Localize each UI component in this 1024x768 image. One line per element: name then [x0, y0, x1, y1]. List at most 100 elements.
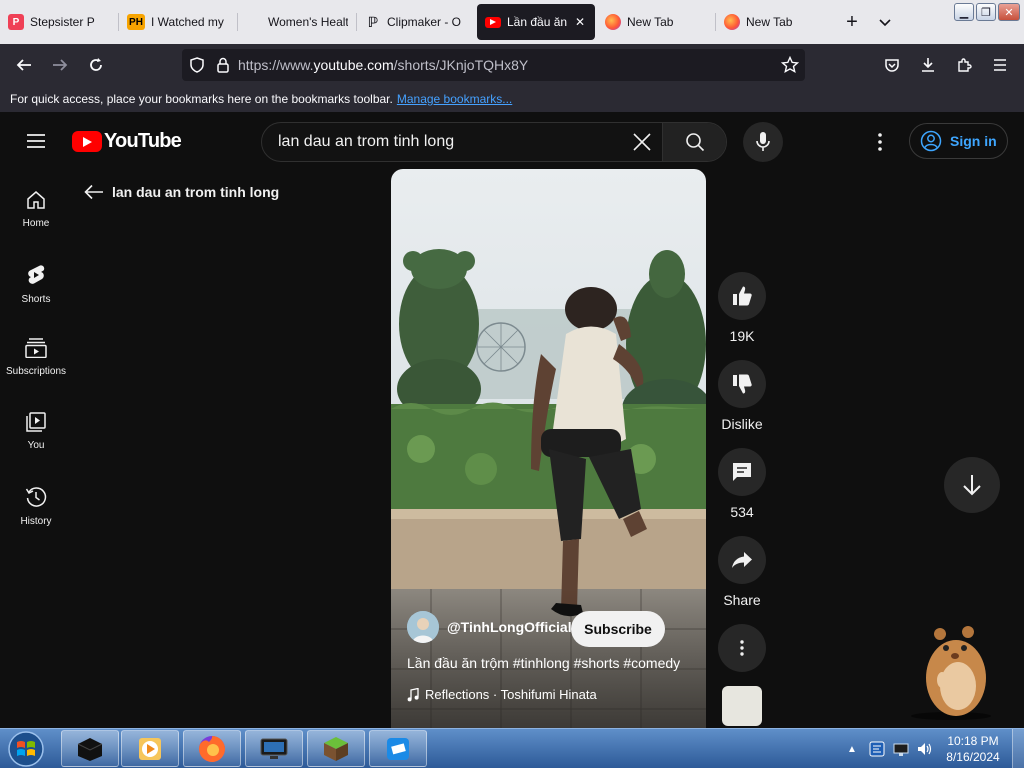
like-button[interactable]	[718, 272, 766, 320]
back-button[interactable]	[6, 49, 42, 81]
thumbs-down-icon	[733, 374, 752, 394]
more-options-button[interactable]	[718, 624, 766, 672]
tab-0[interactable]: P Stepsister P	[0, 4, 118, 40]
extensions-button[interactable]	[946, 49, 982, 81]
guide-item-subscriptions[interactable]: Subscriptions	[0, 324, 72, 398]
audio-source-thumbnail[interactable]	[722, 686, 762, 726]
tab-3[interactable]: ℙ Clipmaker - O	[357, 4, 475, 40]
guide-item-history[interactable]: History	[0, 472, 72, 546]
home-icon	[27, 191, 45, 209]
close-window-button[interactable]: ✕	[998, 3, 1020, 21]
taskbar-app-minecraft[interactable]	[307, 730, 365, 767]
tab-6[interactable]: New Tab	[716, 4, 834, 40]
guide-menu-button[interactable]	[20, 129, 52, 153]
channel-info[interactable]: @TinhLongOfficial	[407, 611, 572, 643]
arrow-left-icon	[84, 184, 103, 200]
guide-item-label: You	[27, 440, 45, 451]
thumbs-up-icon	[733, 286, 752, 306]
tab-4-active[interactable]: Lần đầu ăn ✕	[477, 4, 595, 40]
shorts-video-player[interactable]: @TinhLongOfficial Subscribe Lần đầu ăn t…	[391, 169, 706, 728]
account-circle-icon	[920, 130, 942, 152]
monitor-app-icon	[260, 738, 288, 759]
navigation-toolbar: https://www.youtube.com/shorts/JKnjoTQHx…	[0, 44, 1024, 86]
show-desktop-button[interactable]	[1012, 729, 1024, 768]
hamburger-icon	[27, 134, 45, 148]
voice-search-button[interactable]	[743, 122, 783, 162]
minimize-button[interactable]: ▁	[954, 3, 974, 21]
tab-5[interactable]: New Tab	[597, 4, 715, 40]
dislike-button[interactable]	[718, 360, 766, 408]
settings-more-button[interactable]	[866, 130, 894, 154]
sign-in-button[interactable]: Sign in	[909, 123, 1008, 159]
share-button[interactable]	[718, 536, 766, 584]
blank-icon	[246, 14, 262, 30]
tab-2[interactable]: Women's Health -	[238, 4, 356, 40]
tab-title: Clipmaker - O	[387, 15, 462, 29]
app-menu-button[interactable]	[982, 49, 1018, 81]
channel-handle[interactable]: @TinhLongOfficial	[447, 619, 572, 635]
shorts-back-header[interactable]: lan dau an trom tinh long	[84, 184, 279, 200]
firefox-icon	[605, 14, 621, 30]
bookmarks-message: For quick access, place your bookmarks h…	[10, 92, 393, 106]
list-all-tabs-button[interactable]	[870, 14, 900, 30]
lock-icon[interactable]	[212, 57, 234, 73]
close-tab-icon[interactable]: ✕	[573, 15, 587, 29]
clear-search-button[interactable]	[622, 132, 662, 152]
tab-1[interactable]: PH I Watched my	[119, 4, 237, 40]
new-tab-button[interactable]: +	[834, 11, 870, 34]
tracking-shield-icon[interactable]	[182, 57, 212, 73]
you-icon	[26, 412, 46, 432]
short-title[interactable]: Lần đầu ăn trộm #tinhlong #shorts #comed…	[407, 655, 680, 671]
music-note-icon	[407, 687, 419, 701]
downloads-button[interactable]	[910, 49, 946, 81]
taskbar-app-firefox[interactable]	[183, 730, 241, 767]
url-bar[interactable]: https://www.youtube.com/shorts/JKnjoTQHx…	[182, 49, 805, 81]
guide-item-shorts[interactable]: Shorts	[0, 250, 72, 324]
url-text[interactable]: https://www.youtube.com/shorts/JKnjoTQHx…	[234, 57, 775, 73]
more-vertical-icon	[740, 640, 744, 656]
guide-item-home[interactable]: Home	[0, 176, 72, 250]
taskbar-app-explorer[interactable]	[61, 730, 119, 767]
media-player-icon	[139, 737, 161, 760]
volume-icon[interactable]	[916, 740, 934, 758]
network-icon[interactable]	[892, 740, 910, 758]
hamster-desktop-pet-icon[interactable]	[906, 620, 996, 720]
sign-in-label: Sign in	[950, 133, 997, 149]
arrow-down-icon	[963, 475, 981, 496]
music-info[interactable]: Reflections · Toshifumi Hinata	[407, 687, 597, 702]
close-icon	[633, 133, 651, 151]
tab-title: New Tab	[627, 15, 674, 29]
comments-button[interactable]	[718, 448, 766, 496]
taskbar-clock[interactable]: 10:18 PM 8/16/2024	[933, 733, 1013, 765]
show-hidden-icons-button[interactable]: ▲	[842, 744, 862, 755]
black-box-app-icon	[77, 737, 103, 761]
youtube-logo[interactable]: YouTube	[72, 130, 182, 153]
shorts-icon	[28, 265, 45, 284]
youtube-wordmark: YouTube	[104, 130, 182, 152]
channel-avatar[interactable]	[407, 611, 439, 643]
url-path: /shorts/JKnjoTQHx8Y	[393, 57, 529, 73]
pocket-button[interactable]	[874, 49, 910, 81]
tab-title: Women's Health -	[268, 15, 348, 29]
search-button[interactable]	[662, 123, 726, 161]
manage-bookmarks-link[interactable]: Manage bookmarks...	[397, 92, 512, 106]
taskbar-app-monitor[interactable]	[245, 730, 303, 767]
clock-time: 10:18 PM	[947, 734, 999, 748]
bookmark-star-icon[interactable]	[775, 56, 805, 74]
more-vertical-icon	[878, 133, 882, 151]
next-short-button[interactable]	[944, 457, 1000, 513]
subscribe-button[interactable]: Subscribe	[571, 611, 665, 647]
taskbar-app-media-player[interactable]	[121, 730, 179, 767]
microphone-icon	[756, 132, 770, 151]
search-input[interactable]	[262, 133, 622, 151]
start-button[interactable]	[4, 729, 48, 768]
tray-app-icon[interactable]	[868, 740, 886, 758]
youtube-page: YouTube Sign in	[0, 112, 1024, 728]
reload-button[interactable]	[78, 49, 114, 81]
maximize-button[interactable]: ❐	[976, 3, 996, 21]
guide-item-you[interactable]: You	[0, 398, 72, 472]
screen: P Stepsister P PH I Watched my Women's H…	[0, 0, 1024, 768]
forward-button[interactable]	[42, 49, 78, 81]
reload-icon	[90, 58, 102, 71]
taskbar-app-roblox[interactable]	[369, 730, 427, 767]
